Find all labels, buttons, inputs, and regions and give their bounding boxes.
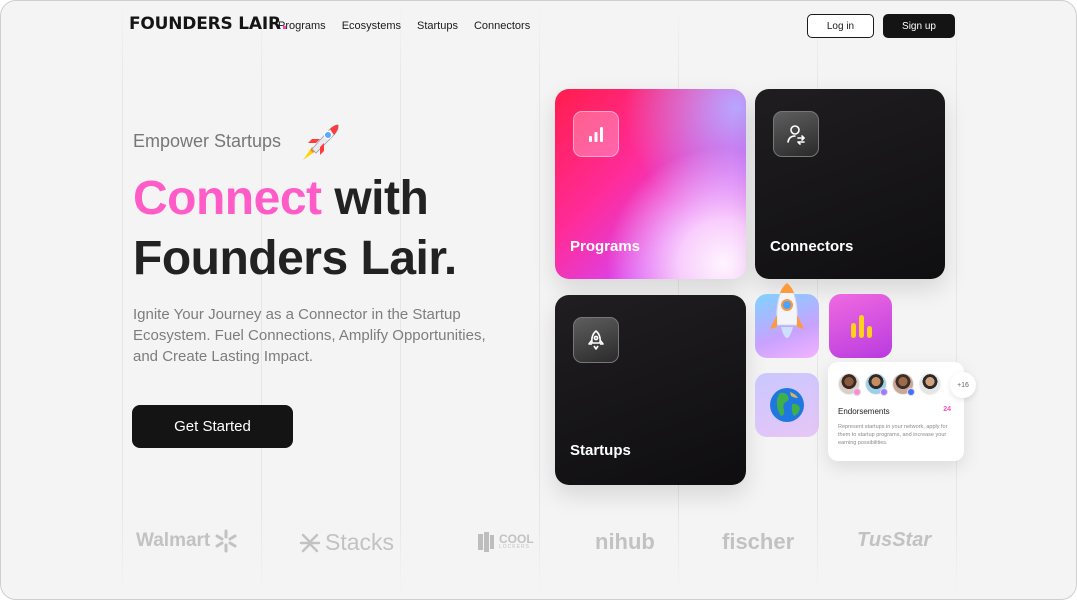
programs-card-title: Programs <box>570 238 641 255</box>
stacks-mark-icon <box>299 533 321 552</box>
cool-lockers-logo: COOL LOCKERS <box>477 532 534 552</box>
avatar-group <box>838 373 941 396</box>
cool-wordmark: COOL <box>499 532 534 546</box>
stacks-logo: Stacks <box>299 529 394 556</box>
headline-line-2: Founders Lair. <box>133 232 457 285</box>
rocket-3d-icon <box>770 282 804 338</box>
nav-menu: Programs Ecosystems Startups Connectors <box>278 20 530 32</box>
locker-icon <box>478 532 494 552</box>
walmart-spark-icon <box>215 529 237 553</box>
partner-logos: Walmart Stacks COOL LOCKERS nihub fische… <box>1 523 1076 559</box>
avatar <box>892 373 915 396</box>
bar-chart-icon <box>573 111 619 157</box>
hero-headline: Connect with Founders Lair. <box>133 169 553 289</box>
nav-link-startups[interactable]: Startups <box>417 20 458 32</box>
stacks-wordmark: Stacks <box>325 529 395 555</box>
bar-chart-3d-icon <box>850 315 872 338</box>
rocket-emoji-icon <box>303 124 339 160</box>
endorsements-title: Endorsements <box>838 407 890 416</box>
connectors-card[interactable]: Connectors <box>755 89 945 279</box>
rocket-icon <box>573 317 619 363</box>
avatar <box>838 373 861 396</box>
logo-text: FOUNDERS LAIR <box>129 14 282 34</box>
more-avatars-count[interactable]: +16 <box>950 372 976 398</box>
user-switch-icon <box>773 111 819 157</box>
page-frame: FOUNDERS LAIR. Programs Ecosystems Start… <box>0 0 1077 600</box>
avatar <box>865 373 888 396</box>
globe-tile <box>755 373 819 437</box>
endorsements-card: +16 Endorsements 24 Represent startups i… <box>828 362 976 461</box>
programs-card[interactable]: Programs <box>555 89 746 279</box>
tusstar-logo: TusStar <box>857 529 932 551</box>
endorsements-count: 24 <box>943 406 951 413</box>
endorsements-description: Represent startups in your network, appl… <box>838 424 948 446</box>
walmart-logo: Walmart <box>136 529 238 553</box>
avatar <box>919 373 941 395</box>
nav-link-programs[interactable]: Programs <box>278 20 326 32</box>
headline-accent: Connect <box>133 172 322 225</box>
signup-button[interactable]: Sign up <box>883 14 955 38</box>
brand-logo[interactable]: FOUNDERS LAIR. <box>129 14 288 34</box>
headline-rest: with <box>321 172 429 225</box>
startups-card[interactable]: Startups <box>555 295 746 485</box>
get-started-button[interactable]: Get Started <box>132 405 293 448</box>
nihub-logo: nihub <box>595 529 655 554</box>
connectors-card-title: Connectors <box>770 238 854 255</box>
globe-icon <box>770 388 804 422</box>
chart-tile <box>829 294 892 358</box>
top-nav: FOUNDERS LAIR. Programs Ecosystems Start… <box>1 13 1076 39</box>
nav-link-connectors[interactable]: Connectors <box>474 20 530 32</box>
nav-link-ecosystems[interactable]: Ecosystems <box>342 20 401 32</box>
lockers-wordmark: LOCKERS <box>499 544 530 550</box>
hero-subtext: Ignite Your Journey as a Connector in th… <box>133 306 486 365</box>
walmart-wordmark: Walmart <box>136 530 211 551</box>
rocket-tile <box>755 282 819 358</box>
startups-card-title: Startups <box>570 442 631 459</box>
hero-eyebrow: Empower Startups <box>133 131 282 151</box>
fischer-logo: fischer <box>722 529 795 554</box>
login-button[interactable]: Log in <box>807 14 874 38</box>
